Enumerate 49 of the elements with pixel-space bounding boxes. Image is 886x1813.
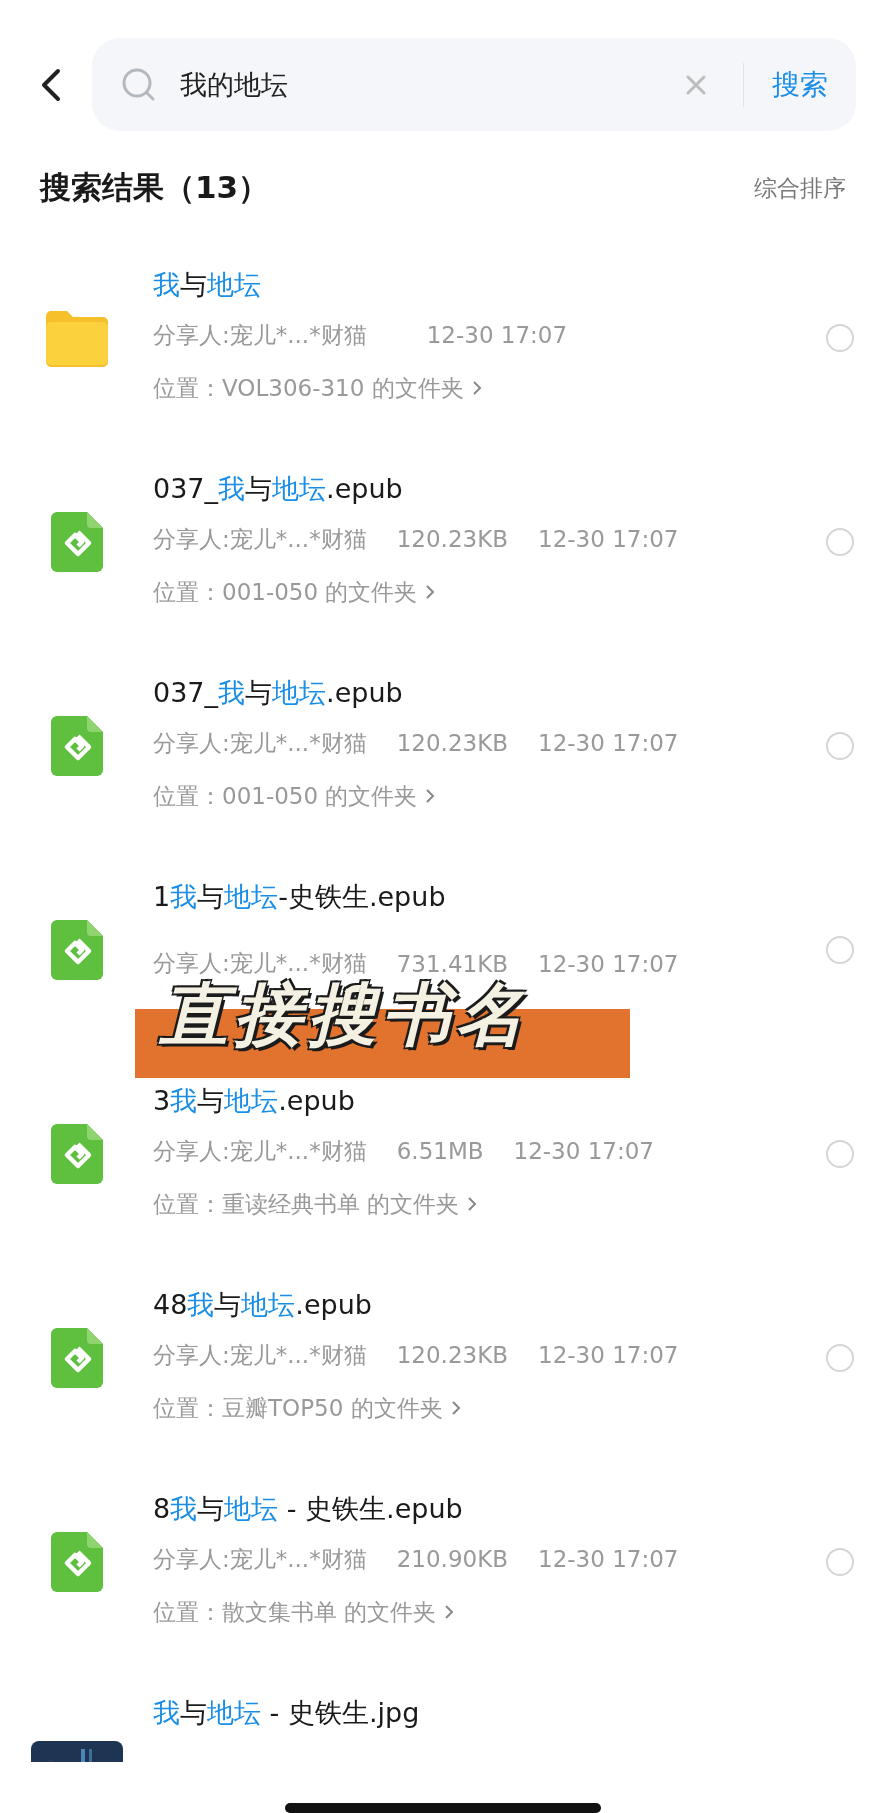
select-radio[interactable]	[826, 324, 854, 352]
select-radio[interactable]	[826, 1548, 854, 1576]
timestamp: 12-30 17:07	[538, 526, 679, 552]
select-radio[interactable]	[826, 528, 854, 556]
file-size: 120.23KB	[396, 730, 509, 756]
select-radio[interactable]	[826, 732, 854, 760]
sharer-text: 分享人:宠儿*...*财猫	[153, 524, 367, 554]
select-radio[interactable]	[826, 1344, 854, 1372]
file-size: 6.51MB	[396, 1138, 484, 1164]
sharer-text: 分享人:宠儿*...*财猫	[153, 320, 367, 350]
sharer-text: 分享人:宠儿*...*财猫	[153, 1340, 367, 1370]
select-radio[interactable]	[826, 1140, 854, 1168]
back-icon[interactable]	[40, 67, 62, 102]
file-name[interactable]: 我与地坛	[153, 267, 261, 303]
file-name[interactable]: 8我与地坛 - 史铁生.epub	[153, 1491, 463, 1527]
chevron-right-icon	[444, 1604, 455, 1620]
timestamp: 12-30 17:07	[538, 1342, 679, 1368]
ebook-file-icon	[50, 1124, 103, 1184]
file-name[interactable]: 3我与地坛.epub	[153, 1083, 355, 1119]
file-size: 120.23KB	[396, 1342, 509, 1368]
results-heading: 搜索结果（13）	[40, 168, 270, 207]
ebook-file-icon	[50, 716, 103, 776]
clear-icon[interactable]	[685, 73, 707, 96]
sharer-text: 分享人:宠儿*...*财猫	[153, 728, 367, 758]
timestamp: 12-30 17:07	[538, 730, 679, 756]
file-name[interactable]: 48我与地坛.epub	[153, 1287, 372, 1323]
chevron-right-icon	[425, 788, 436, 804]
sharer-text: 分享人:宠儿*...*财猫	[153, 1136, 367, 1166]
timestamp: 12-30 17:07	[538, 1546, 679, 1572]
timestamp: 12-30 17:07	[513, 1138, 654, 1164]
file-name[interactable]: 037_我与地坛.epub	[153, 675, 403, 711]
timestamp: 12-30 17:07	[426, 322, 568, 348]
file-name[interactable]: 1我与地坛-史铁生.epub	[153, 879, 446, 915]
file-name[interactable]: 037_我与地坛.epub	[153, 471, 403, 507]
ebook-file-icon	[50, 1532, 103, 1592]
file-name[interactable]: 我与地坛 - 史铁生.jpg	[153, 1695, 420, 1731]
ebook-file-icon	[50, 512, 103, 572]
search-field[interactable]: 我的地坛 搜索	[92, 38, 856, 131]
ebook-file-icon	[50, 1328, 103, 1388]
file-size: 120.23KB	[396, 526, 509, 552]
chevron-right-icon	[471, 380, 482, 396]
file-size: 210.90KB	[396, 1546, 509, 1572]
sharer-text: 分享人:宠儿*...*财猫	[153, 1544, 367, 1574]
select-radio[interactable]	[826, 936, 854, 964]
chevron-right-icon	[450, 1400, 461, 1416]
ebook-file-icon	[50, 920, 103, 980]
chevron-right-icon	[425, 584, 436, 600]
chevron-right-icon	[467, 1196, 478, 1212]
sort-button[interactable]: 综合排序	[754, 172, 846, 204]
